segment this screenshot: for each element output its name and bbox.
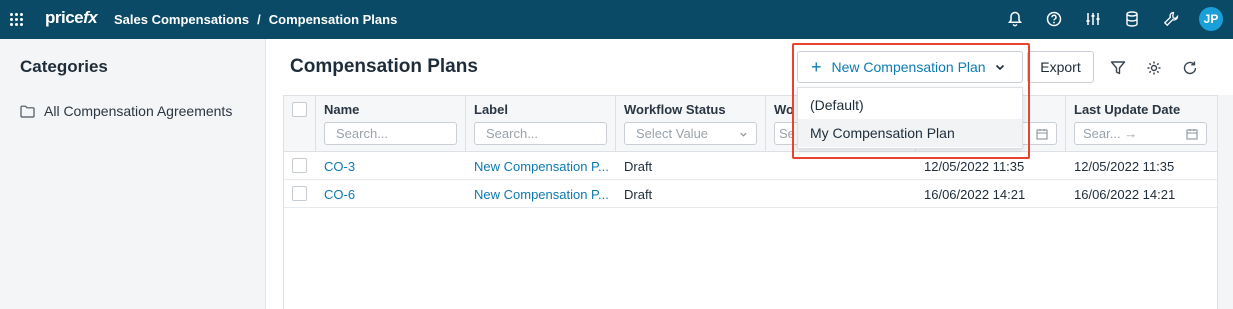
column-label: Label Search... <box>466 96 616 152</box>
row-last-update-date: 16/06/2022 14:21 <box>1074 187 1176 202</box>
help-icon[interactable] <box>1043 7 1065 31</box>
row-last-update-date: 12/05/2022 11:35 <box>1074 159 1175 174</box>
row-checkbox[interactable] <box>292 186 307 201</box>
folder-icon <box>20 105 35 118</box>
database-icon[interactable] <box>1121 7 1143 31</box>
sliders-icon[interactable] <box>1082 7 1104 31</box>
column-header-last-update-date[interactable]: Last Update Date <box>1074 102 1180 117</box>
row-name-link[interactable]: CO-6 <box>324 187 355 202</box>
page-title: Compensation Plans <box>290 56 478 77</box>
column-header-name[interactable]: Name <box>324 102 359 117</box>
column-name: Name Search... <box>316 96 466 152</box>
grid-scrollbar[interactable] <box>1218 95 1233 309</box>
breadcrumb-item-sales-compensations[interactable]: Sales Compensations <box>114 12 249 27</box>
chevron-down-icon[interactable] <box>994 61 1006 73</box>
plus-icon: + <box>811 57 822 77</box>
row-label-link[interactable]: New Compensation P... <box>474 187 610 202</box>
compensation-plans-grid: Name Search... Label Search... Workflow … <box>283 95 1218 309</box>
column-header-wo[interactable]: Wo <box>774 102 794 117</box>
row-workflow-status: Draft <box>624 187 653 202</box>
column-header-workflow-status[interactable]: Workflow Status <box>624 102 726 117</box>
chevron-down-icon <box>740 132 747 137</box>
export-button[interactable]: Export <box>1027 51 1094 83</box>
app-grid-icon[interactable] <box>10 13 23 26</box>
calendar-icon <box>1036 129 1048 140</box>
row-checkbox[interactable] <box>292 158 307 173</box>
row-label-link[interactable]: New Compensation P... <box>474 159 610 174</box>
label-filter-input[interactable]: Search... <box>474 122 607 145</box>
grid-header: Name Search... Label Search... Workflow … <box>284 96 1217 152</box>
select-all-column <box>284 96 316 152</box>
dropdown-item-my-compensation-plan[interactable]: My Compensation Plan <box>798 119 1022 147</box>
column-header-label[interactable]: Label <box>474 102 508 117</box>
refresh-icon[interactable] <box>1181 59 1199 77</box>
user-avatar[interactable]: JP <box>1199 7 1223 31</box>
new-compensation-plan-button[interactable]: + New Compensation Plan <box>797 51 1023 83</box>
table-row[interactable]: CO-3 New Compensation P... Draft 12/05/2… <box>284 152 1217 180</box>
row-created-date: 16/06/2022 14:21 <box>924 187 1026 202</box>
tools-icon[interactable] <box>1160 7 1182 31</box>
breadcrumb-separator: / <box>257 12 261 27</box>
table-row[interactable]: CO-6 New Compensation P... Draft 16/06/2… <box>284 180 1217 208</box>
breadcrumb: Sales Compensations / Compensation Plans <box>114 12 397 27</box>
column-last-update-date: Last Update Date Sear... → <box>1066 96 1217 152</box>
sidebar: Categories All Compensation Agreements <box>0 39 266 309</box>
name-filter-input[interactable]: Search... <box>324 122 457 145</box>
bell-icon[interactable] <box>1004 7 1026 31</box>
sidebar-item-all-compensation-agreements[interactable]: All Compensation Agreements <box>20 103 232 119</box>
header-actions: JP <box>1004 7 1223 31</box>
new-plan-dropdown-menu: (Default) My Compensation Plan <box>797 87 1023 149</box>
breadcrumb-item-compensation-plans: Compensation Plans <box>268 12 398 27</box>
calendar-icon <box>1186 129 1198 140</box>
row-name-link[interactable]: CO-3 <box>324 159 355 174</box>
top-bar: pricefx Sales Compensations / Compensati… <box>0 0 1233 39</box>
filter-icon[interactable] <box>1109 59 1127 77</box>
select-all-checkbox[interactable] <box>292 102 307 117</box>
sidebar-title: Categories <box>20 57 108 76</box>
pricefx-logo[interactable]: pricefx <box>45 8 98 28</box>
workflow-status-select-value: Select Value <box>636 126 709 141</box>
last-update-date-filter-placeholder: Sear... → <box>1083 126 1138 141</box>
workflow-status-select[interactable]: Select Value <box>624 122 757 145</box>
gear-icon[interactable] <box>1145 59 1163 77</box>
sidebar-item-label: All Compensation Agreements <box>44 103 233 119</box>
row-created-date: 12/05/2022 11:35 <box>924 159 1025 174</box>
row-workflow-status: Draft <box>624 159 653 174</box>
new-compensation-plan-label: New Compensation Plan <box>831 59 986 75</box>
last-update-date-filter[interactable]: Sear... → <box>1074 122 1207 145</box>
dropdown-item-default[interactable]: (Default) <box>798 91 1022 119</box>
column-workflow-status: Workflow Status Select Value <box>616 96 766 152</box>
